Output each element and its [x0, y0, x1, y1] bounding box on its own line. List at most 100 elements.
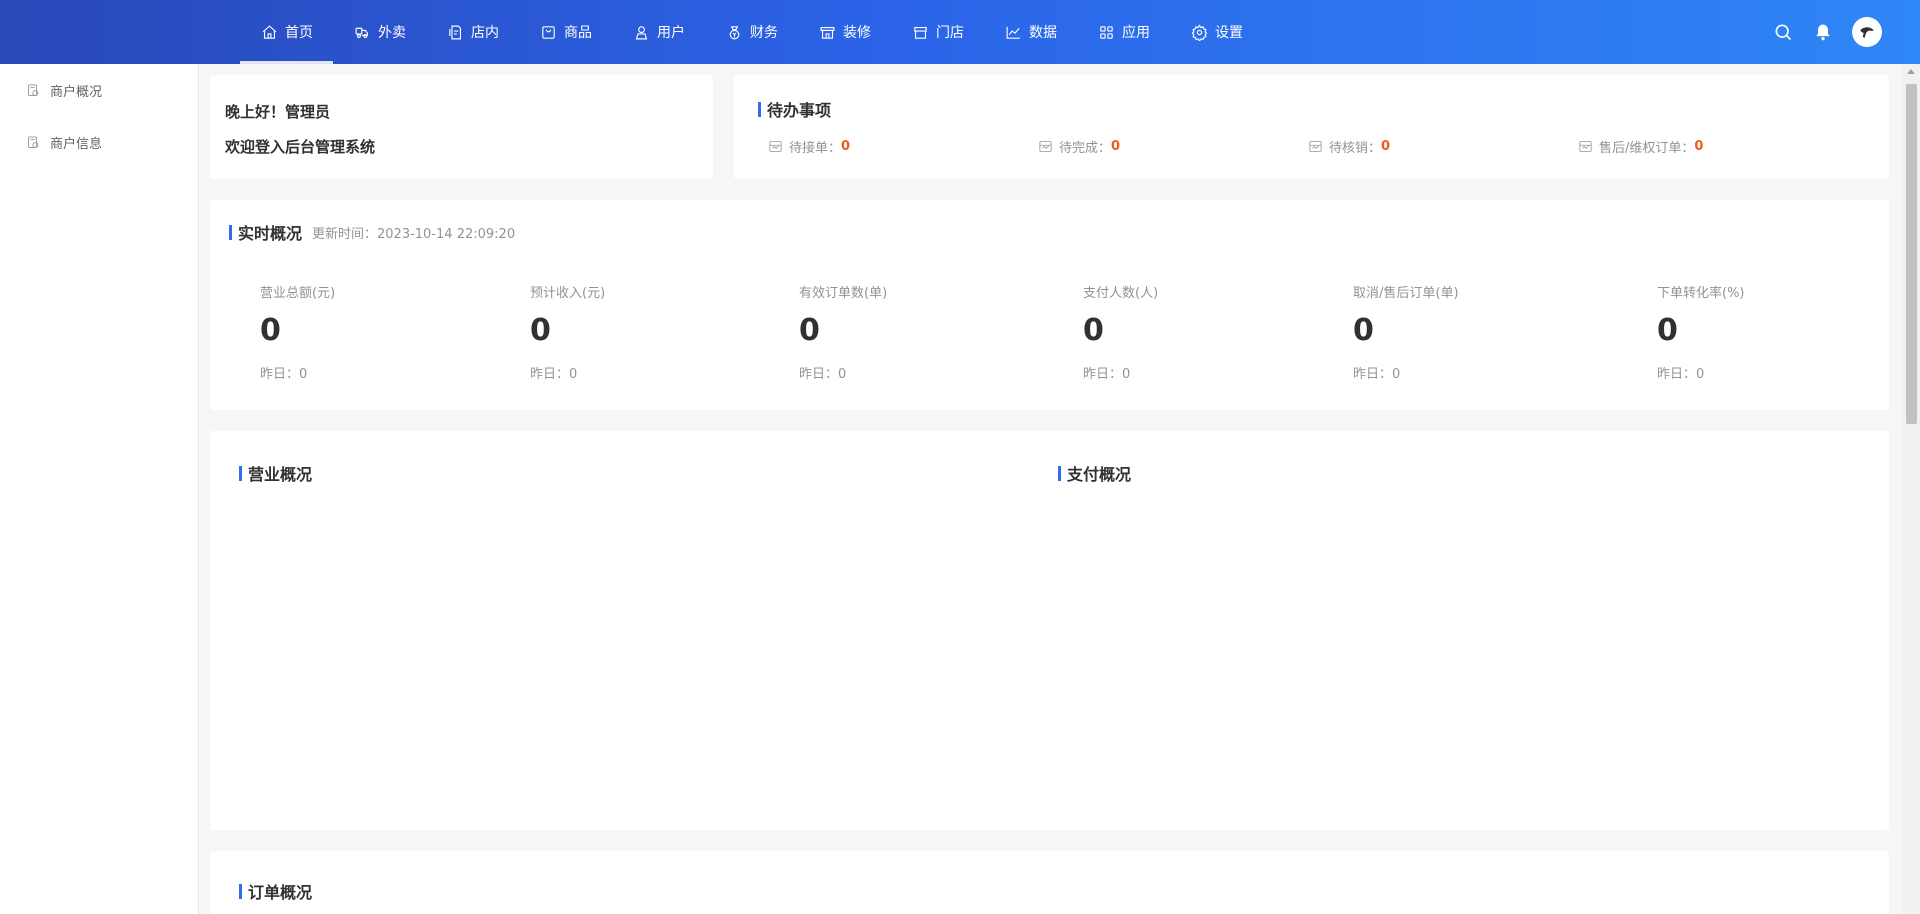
title-accent-bar — [1058, 465, 1061, 481]
greeting-text: 晚上好！管理员 — [225, 103, 331, 121]
sidebar-item-label: 商户信息 — [50, 136, 103, 152]
business-title-text: 营业概况 — [248, 465, 313, 484]
nav-item-delivery[interactable]: 外卖 — [333, 0, 426, 64]
nav-item-user[interactable]: 用户 — [612, 0, 705, 64]
title-accent-bar — [239, 883, 242, 899]
nav-item-dine-in[interactable]: 店内 — [426, 0, 519, 64]
title-accent-bar — [239, 465, 242, 481]
sidebar-item-label: 商户概况 — [50, 84, 103, 100]
nav-item-home[interactable]: 首页 — [240, 0, 333, 64]
finance-icon — [725, 23, 743, 41]
todo-item-after-sales[interactable]: 售后/维权订单： 0 — [1578, 137, 1848, 156]
nav-item-label: 商品 — [564, 25, 592, 41]
nav-item-label: 店内 — [471, 25, 499, 41]
stat-label: 有效订单数(单) — [799, 286, 888, 301]
nav-item-label: 门店 — [936, 25, 964, 41]
decoration-icon — [818, 23, 836, 41]
stat-paying-users: 支付人数(人) 0 昨日：0 — [1083, 282, 1158, 382]
nav-item-label: 用户 — [657, 25, 685, 41]
todo-count: 0 — [841, 139, 851, 154]
nav-item-settings[interactable]: 设置 — [1170, 0, 1263, 64]
todo-item-pending-verify[interactable]: 待核销： 0 — [1308, 137, 1578, 156]
scroll-up-arrow[interactable] — [1907, 69, 1915, 74]
todo-label: 待核销： — [1329, 141, 1382, 156]
payment-overview-title: 支付概况 — [1058, 461, 1131, 485]
nav-item-data[interactable]: 数据 — [984, 0, 1077, 64]
welcome-card: 晚上好！管理员 欢迎登入后台管理系统 — [210, 75, 713, 179]
todo-title: 待办事项 — [758, 97, 1865, 121]
nav-item-decoration[interactable]: 装修 — [798, 0, 891, 64]
search-icon[interactable] — [1772, 21, 1794, 43]
todo-label: 待接单： — [789, 141, 842, 156]
stat-label: 取消/售后订单(单) — [1353, 286, 1459, 301]
todo-card: 待办事项 待接单： 0 待完成： 0 待核销： 0 售后/维权订单： 0 — [734, 75, 1889, 179]
stat-yesterday: 昨日：0 — [799, 367, 847, 382]
nav-item-label: 财务 — [750, 25, 778, 41]
bell-icon[interactable] — [1812, 21, 1834, 43]
stat-expected-income: 预计收入(元) 0 昨日：0 — [530, 282, 605, 382]
stat-yesterday: 昨日：0 — [1083, 367, 1131, 382]
stat-yesterday: 昨日：0 — [530, 367, 578, 382]
business-overview-title: 营业概况 — [239, 461, 312, 485]
main-nav: 首页 外卖 店内 商品 用户 财务 装修 门店 数据 应用 设置 — [240, 0, 1263, 64]
welcome-message: 欢迎登入后台管理系统 — [225, 138, 376, 156]
nav-item-label: 设置 — [1215, 25, 1243, 41]
stat-cancelled-orders: 取消/售后订单(单) 0 昨日：0 — [1353, 282, 1459, 382]
sidebar-item-merchant-info[interactable]: 商户信息 — [0, 116, 198, 168]
stat-value: 0 — [530, 313, 551, 348]
stat-value: 0 — [1657, 313, 1678, 348]
nav-item-label: 外卖 — [378, 25, 406, 41]
nav-item-apps[interactable]: 应用 — [1077, 0, 1170, 64]
stat-conversion-rate: 下单转化率(%) 0 昨日：0 — [1657, 282, 1745, 382]
realtime-title-text: 实时概况 — [238, 224, 303, 243]
top-right-tools — [1754, 0, 1882, 64]
todo-label: 待完成： — [1059, 141, 1112, 156]
avatar[interactable] — [1852, 17, 1882, 47]
stat-label: 预计收入(元) — [530, 286, 606, 301]
settings-icon — [1190, 23, 1208, 41]
todo-list: 待接单： 0 待完成： 0 待核销： 0 售后/维权订单： 0 — [758, 137, 1865, 156]
home-icon — [260, 23, 278, 41]
title-accent-bar — [229, 224, 232, 240]
todo-item-pending-accept[interactable]: 待接单： 0 — [768, 137, 1038, 156]
stat-yesterday: 昨日：0 — [1657, 367, 1705, 382]
stat-label: 营业总额(元) — [260, 286, 336, 301]
stat-value: 0 — [799, 313, 820, 348]
sidebar-item-merchant-overview[interactable]: 商户概况 — [0, 64, 198, 116]
scroll-thumb[interactable] — [1906, 84, 1917, 424]
stat-label: 下单转化率(%) — [1657, 286, 1745, 301]
realtime-title: 实时概况 更新时间：2023-10-14 22:09:20 — [229, 220, 1870, 244]
data-icon — [1004, 23, 1022, 41]
todo-count: 0 — [1111, 139, 1121, 154]
stat-total-revenue: 营业总额(元) 0 昨日：0 — [260, 282, 335, 382]
nav-item-label: 应用 — [1122, 25, 1150, 41]
merchant-overview-icon — [25, 82, 41, 98]
order-icon — [1039, 141, 1052, 152]
realtime-overview-card: 实时概况 更新时间：2023-10-14 22:09:20 营业总额(元) 0 昨… — [210, 200, 1889, 410]
orders-overview-title: 订单概况 — [239, 879, 312, 903]
todo-label: 售后/维权订单： — [1599, 141, 1695, 156]
order-icon — [1309, 141, 1322, 152]
store-icon — [911, 23, 929, 41]
page-scrollbar[interactable] — [1903, 64, 1920, 914]
order-icon — [769, 141, 782, 152]
sidebar: 商户概况 商户信息 — [0, 64, 199, 914]
todo-count: 0 — [1381, 139, 1391, 154]
nav-item-goods[interactable]: 商品 — [519, 0, 612, 64]
payment-title-text: 支付概况 — [1067, 465, 1132, 484]
dine-in-icon — [446, 23, 464, 41]
nav-item-label: 数据 — [1029, 25, 1057, 41]
nav-item-store[interactable]: 门店 — [891, 0, 984, 64]
top-navbar: 首页 外卖 店内 商品 用户 财务 装修 门店 数据 应用 设置 — [0, 0, 1920, 64]
stat-value: 0 — [260, 313, 281, 348]
stat-value: 0 — [1353, 313, 1374, 348]
goods-icon — [539, 23, 557, 41]
title-accent-bar — [758, 101, 761, 117]
todo-item-pending-complete[interactable]: 待完成： 0 — [1038, 137, 1308, 156]
nav-item-finance[interactable]: 财务 — [705, 0, 798, 64]
nav-item-label: 装修 — [843, 25, 871, 41]
user-icon — [632, 23, 650, 41]
nav-item-label: 首页 — [285, 25, 313, 41]
apps-icon — [1097, 23, 1115, 41]
todo-title-text: 待办事项 — [767, 101, 832, 120]
